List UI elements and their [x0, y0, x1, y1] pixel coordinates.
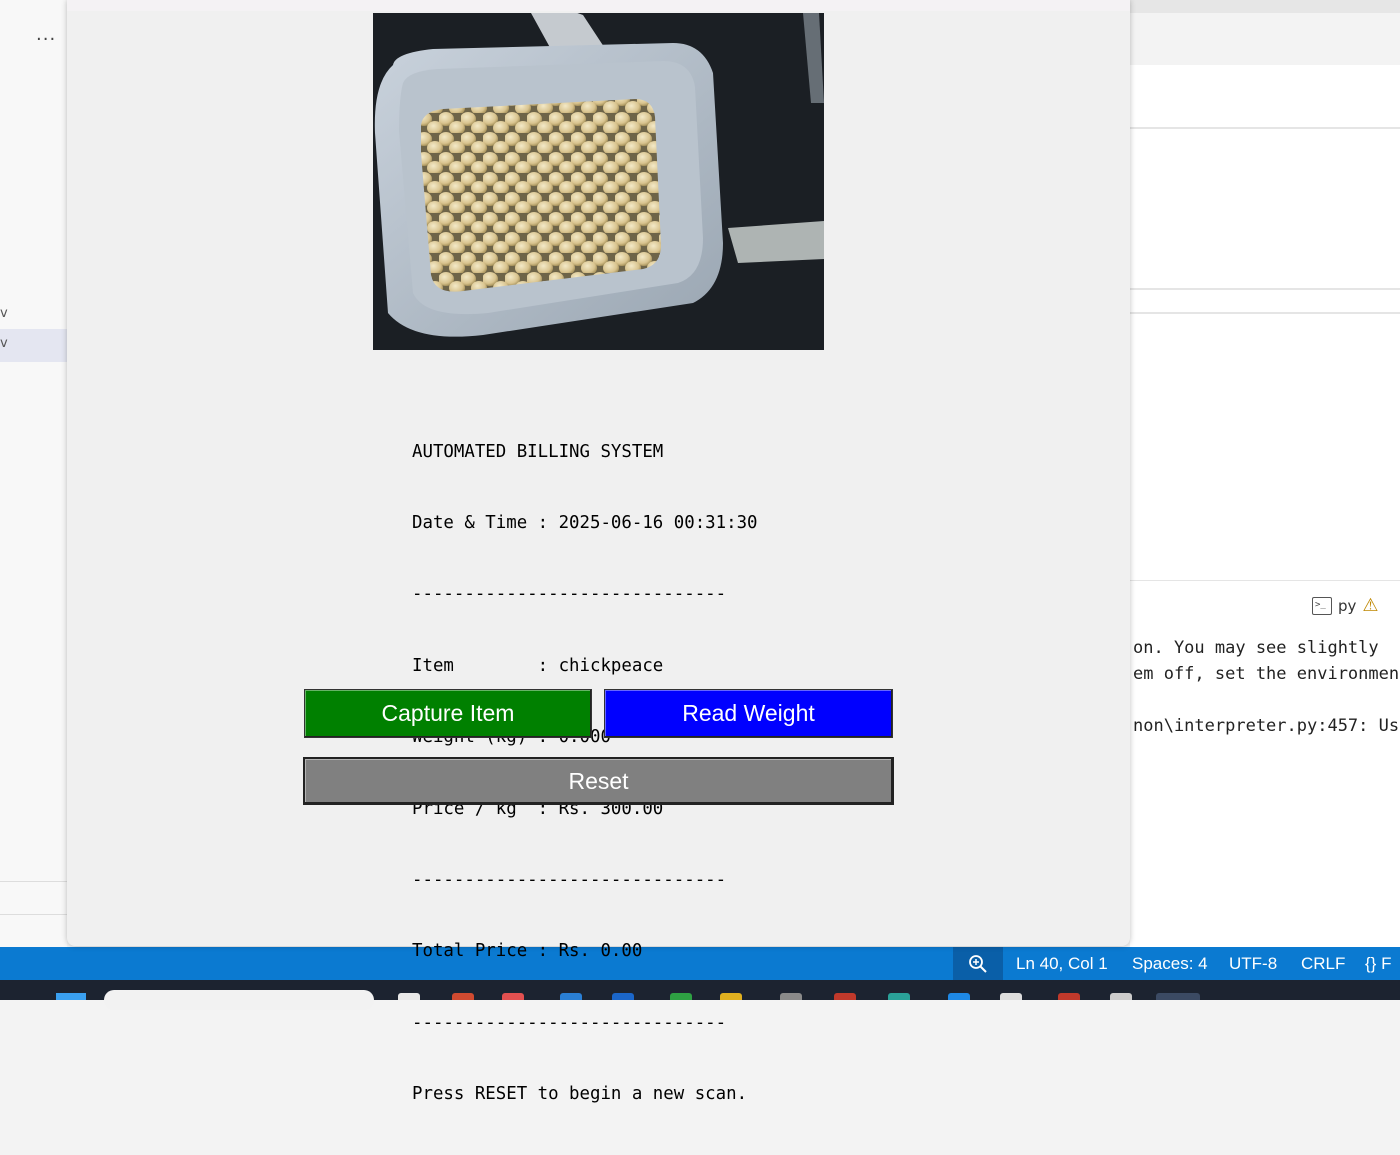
taskbar-app-icon[interactable]	[1058, 993, 1080, 1000]
receipt-item: Item : chickpeace	[412, 655, 664, 676]
zoom-icon[interactable]	[953, 947, 1003, 980]
taskbar-app-icon[interactable]	[1000, 993, 1022, 1000]
warning-icon[interactable]: ⚠	[1362, 595, 1378, 616]
receipt-total: Total Price : Rs. 0.00	[412, 941, 643, 962]
receipt-datetime: Date & Time : 2025-06-16 00:31:30	[412, 512, 758, 533]
indentation-setting[interactable]: Spaces: 4	[1132, 954, 1208, 974]
braces-icon: {}	[1365, 954, 1377, 973]
divider	[0, 914, 67, 915]
editor-main-area	[1130, 13, 1400, 947]
taskbar-active-app[interactable]	[1156, 993, 1200, 1000]
divider	[0, 881, 67, 882]
side-panel-selected-row[interactable]	[0, 329, 67, 362]
window-title-strip	[67, 0, 1130, 11]
more-actions-icon[interactable]: ...	[36, 24, 56, 45]
terminal-profile-label[interactable]: py	[1338, 597, 1356, 615]
terminal-line: non\interpreter.py:457: Us	[1133, 716, 1400, 736]
terminal-header: >_ py ⚠	[1312, 595, 1379, 616]
terminal-line: em off, set the environmen	[1133, 664, 1400, 684]
side-panel-item[interactable]: v	[0, 336, 8, 351]
taskbar-app-icon[interactable]	[1110, 993, 1132, 1000]
taskbar-app-icon[interactable]	[780, 993, 802, 1000]
editor-tab-band	[1130, 13, 1400, 65]
billing-app-window: AUTOMATED BILLING SYSTEM Date & Time : 2…	[67, 0, 1130, 1104]
divider	[1130, 288, 1400, 290]
receipt-separator: ------------------------------	[412, 1012, 727, 1033]
divider	[1130, 127, 1400, 129]
divider	[1130, 312, 1400, 314]
terminal-divider	[1130, 580, 1400, 581]
camera-preview	[373, 13, 824, 350]
receipt-separator: ------------------------------	[412, 584, 727, 605]
taskbar-app-icon[interactable]	[834, 993, 856, 1000]
receipt-separator: ------------------------------	[412, 869, 727, 890]
capture-item-button[interactable]: Capture Item	[304, 689, 592, 738]
language-label: F	[1381, 954, 1392, 973]
editor-side-panel	[0, 0, 67, 947]
camera-image	[373, 13, 824, 350]
taskbar-search[interactable]	[104, 990, 374, 1010]
encoding-setting[interactable]: UTF-8	[1229, 954, 1277, 974]
cursor-position[interactable]: Ln 40, Col 1	[1016, 954, 1108, 974]
side-panel-item[interactable]: v	[0, 306, 8, 321]
read-weight-button[interactable]: Read Weight	[604, 689, 893, 738]
receipt-instruction: Press RESET to begin a new scan.	[412, 1084, 748, 1105]
terminal-line: on. You may see slightly	[1133, 638, 1379, 658]
terminal-icon[interactable]: >_	[1312, 596, 1332, 615]
receipt-title: AUTOMATED BILLING SYSTEM	[412, 441, 664, 462]
taskbar-app-icon[interactable]	[948, 993, 970, 1000]
start-icon[interactable]	[56, 993, 86, 1000]
eol-setting[interactable]: CRLF	[1301, 954, 1345, 974]
language-mode[interactable]: {} F	[1365, 954, 1391, 974]
taskbar-app-icon[interactable]	[888, 993, 910, 1000]
reset-button[interactable]: Reset	[303, 757, 894, 805]
